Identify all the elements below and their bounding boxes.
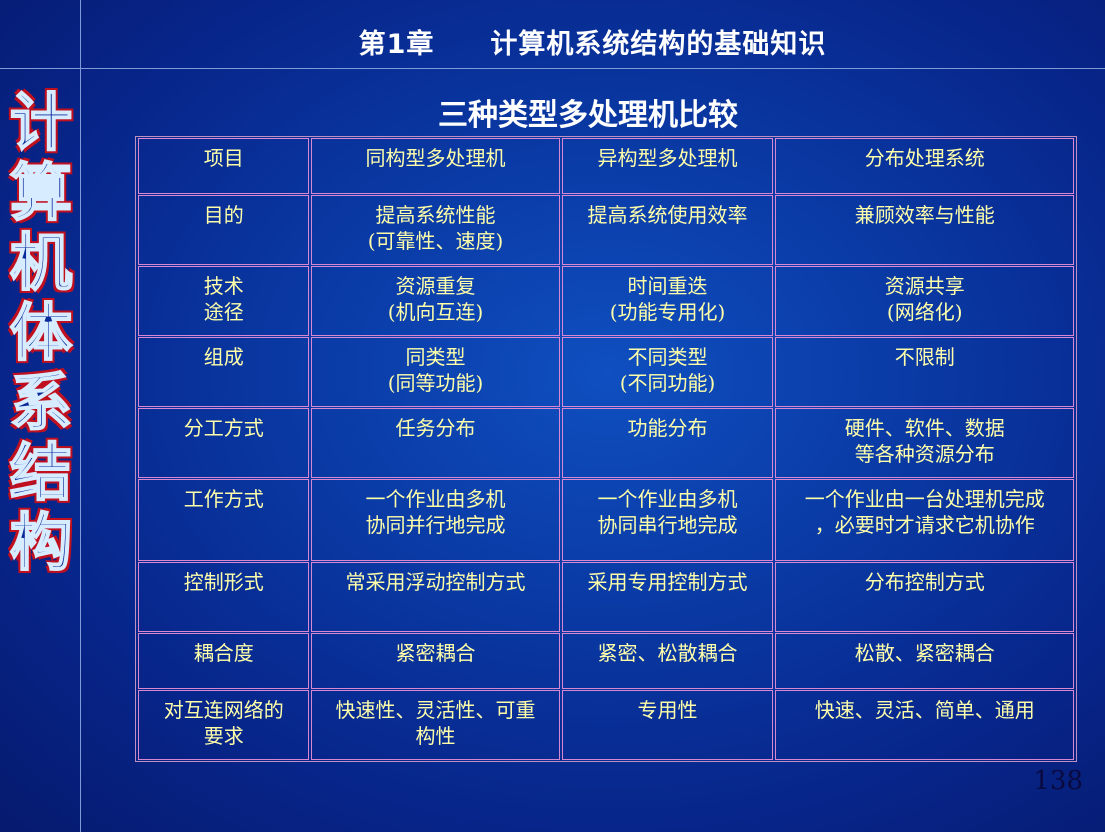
page-number: 138: [1033, 766, 1083, 796]
table-cell: 采用专用控制方式: [561, 562, 774, 632]
table-cell: 硬件、软件、数据 等各种资源分布: [775, 408, 1074, 478]
table-cell: 技术 途径: [138, 266, 310, 336]
table-cell: 常采用浮动控制方式: [311, 562, 560, 632]
table-cell: 目的: [138, 195, 310, 265]
table-row: 组成 同类型 (同等功能) 不同类型 (不同功能) 不限制: [138, 337, 1074, 407]
table-cell: 松散、紧密耦合: [775, 633, 1074, 689]
side-title-char: 算: [9, 156, 73, 229]
table-cell: 资源重复 (机向互连): [311, 266, 560, 336]
table-cell: 快速性、灵活性、可重 构性: [311, 690, 560, 760]
table-cell: 任务分布: [311, 408, 560, 478]
table-row: 对互连网络的 要求 快速性、灵活性、可重 构性 专用性 快速、灵活、简单、通用: [138, 690, 1074, 760]
table-cell: 对互连网络的 要求: [138, 690, 310, 760]
table-header-row: 项目 同构型多处理机 异构型多处理机 分布处理系统: [138, 138, 1074, 194]
table-cell: 紧密、松散耦合: [561, 633, 774, 689]
side-vertical-title: 计 算 机 体 系 结 构: [6, 87, 76, 579]
table-cell: 提高系统性能 (可靠性、速度): [311, 195, 560, 265]
table-row: 耦合度 紧密耦合 紧密、松散耦合 松散、紧密耦合: [138, 633, 1074, 689]
side-title-char: 系: [9, 366, 73, 439]
table-cell: 紧密耦合: [311, 633, 560, 689]
table-cell: 不限制: [775, 337, 1074, 407]
header-cell: 分布处理系统: [775, 138, 1074, 194]
table-cell: 快速、灵活、简单、通用: [775, 690, 1074, 760]
chapter-title: 第1章 计算机系统结构的基础知识: [358, 29, 827, 60]
table-cell: 分布控制方式: [775, 562, 1074, 632]
table-cell: 资源共享 (网络化): [775, 266, 1074, 336]
table-row: 目的 提高系统性能 (可靠性、速度) 提高系统使用效率 兼顾效率与性能: [138, 195, 1074, 265]
side-title-char: 体: [9, 296, 73, 369]
table-cell: 耦合度: [138, 633, 310, 689]
table-cell: 不同类型 (不同功能): [561, 337, 774, 407]
side-title-char: 构: [9, 506, 73, 579]
table-cell: 组成: [138, 337, 310, 407]
table-cell: 提高系统使用效率: [561, 195, 774, 265]
table-cell: 工作方式: [138, 479, 310, 561]
table-row: 分工方式 任务分布 功能分布 硬件、软件、数据 等各种资源分布: [138, 408, 1074, 478]
header-cell: 异构型多处理机: [561, 138, 774, 194]
table-cell: 分工方式: [138, 408, 310, 478]
header-cell: 项目: [138, 138, 310, 194]
table-row: 控制形式 常采用浮动控制方式 采用专用控制方式 分布控制方式: [138, 562, 1074, 632]
table-title: 三种类型多处理机比较: [438, 98, 738, 133]
table-cell: 时间重迭 (功能专用化): [561, 266, 774, 336]
side-title-char: 机: [9, 226, 73, 299]
table-cell: 专用性: [561, 690, 774, 760]
comparison-table: 项目 同构型多处理机 异构型多处理机 分布处理系统 目的 提高系统性能 (可靠性…: [135, 136, 1077, 762]
table-cell: 功能分布: [561, 408, 774, 478]
table-cell: 一个作业由多机 协同并行地完成: [311, 479, 560, 561]
table-row: 技术 途径 资源重复 (机向互连) 时间重迭 (功能专用化) 资源共享 (网络化…: [138, 266, 1074, 336]
table-cell: 兼顾效率与性能: [775, 195, 1074, 265]
side-title-char: 结: [9, 436, 73, 509]
table-row: 工作方式 一个作业由多机 协同并行地完成 一个作业由多机 协同串行地完成 一个作…: [138, 479, 1074, 561]
header-cell: 同构型多处理机: [311, 138, 560, 194]
table-cell: 控制形式: [138, 562, 310, 632]
table-cell: 一个作业由一台处理机完成 ，必要时才请求它机协作: [775, 479, 1074, 561]
horizontal-divider: [0, 68, 1105, 69]
table-cell: 同类型 (同等功能): [311, 337, 560, 407]
table-cell: 一个作业由多机 协同串行地完成: [561, 479, 774, 561]
